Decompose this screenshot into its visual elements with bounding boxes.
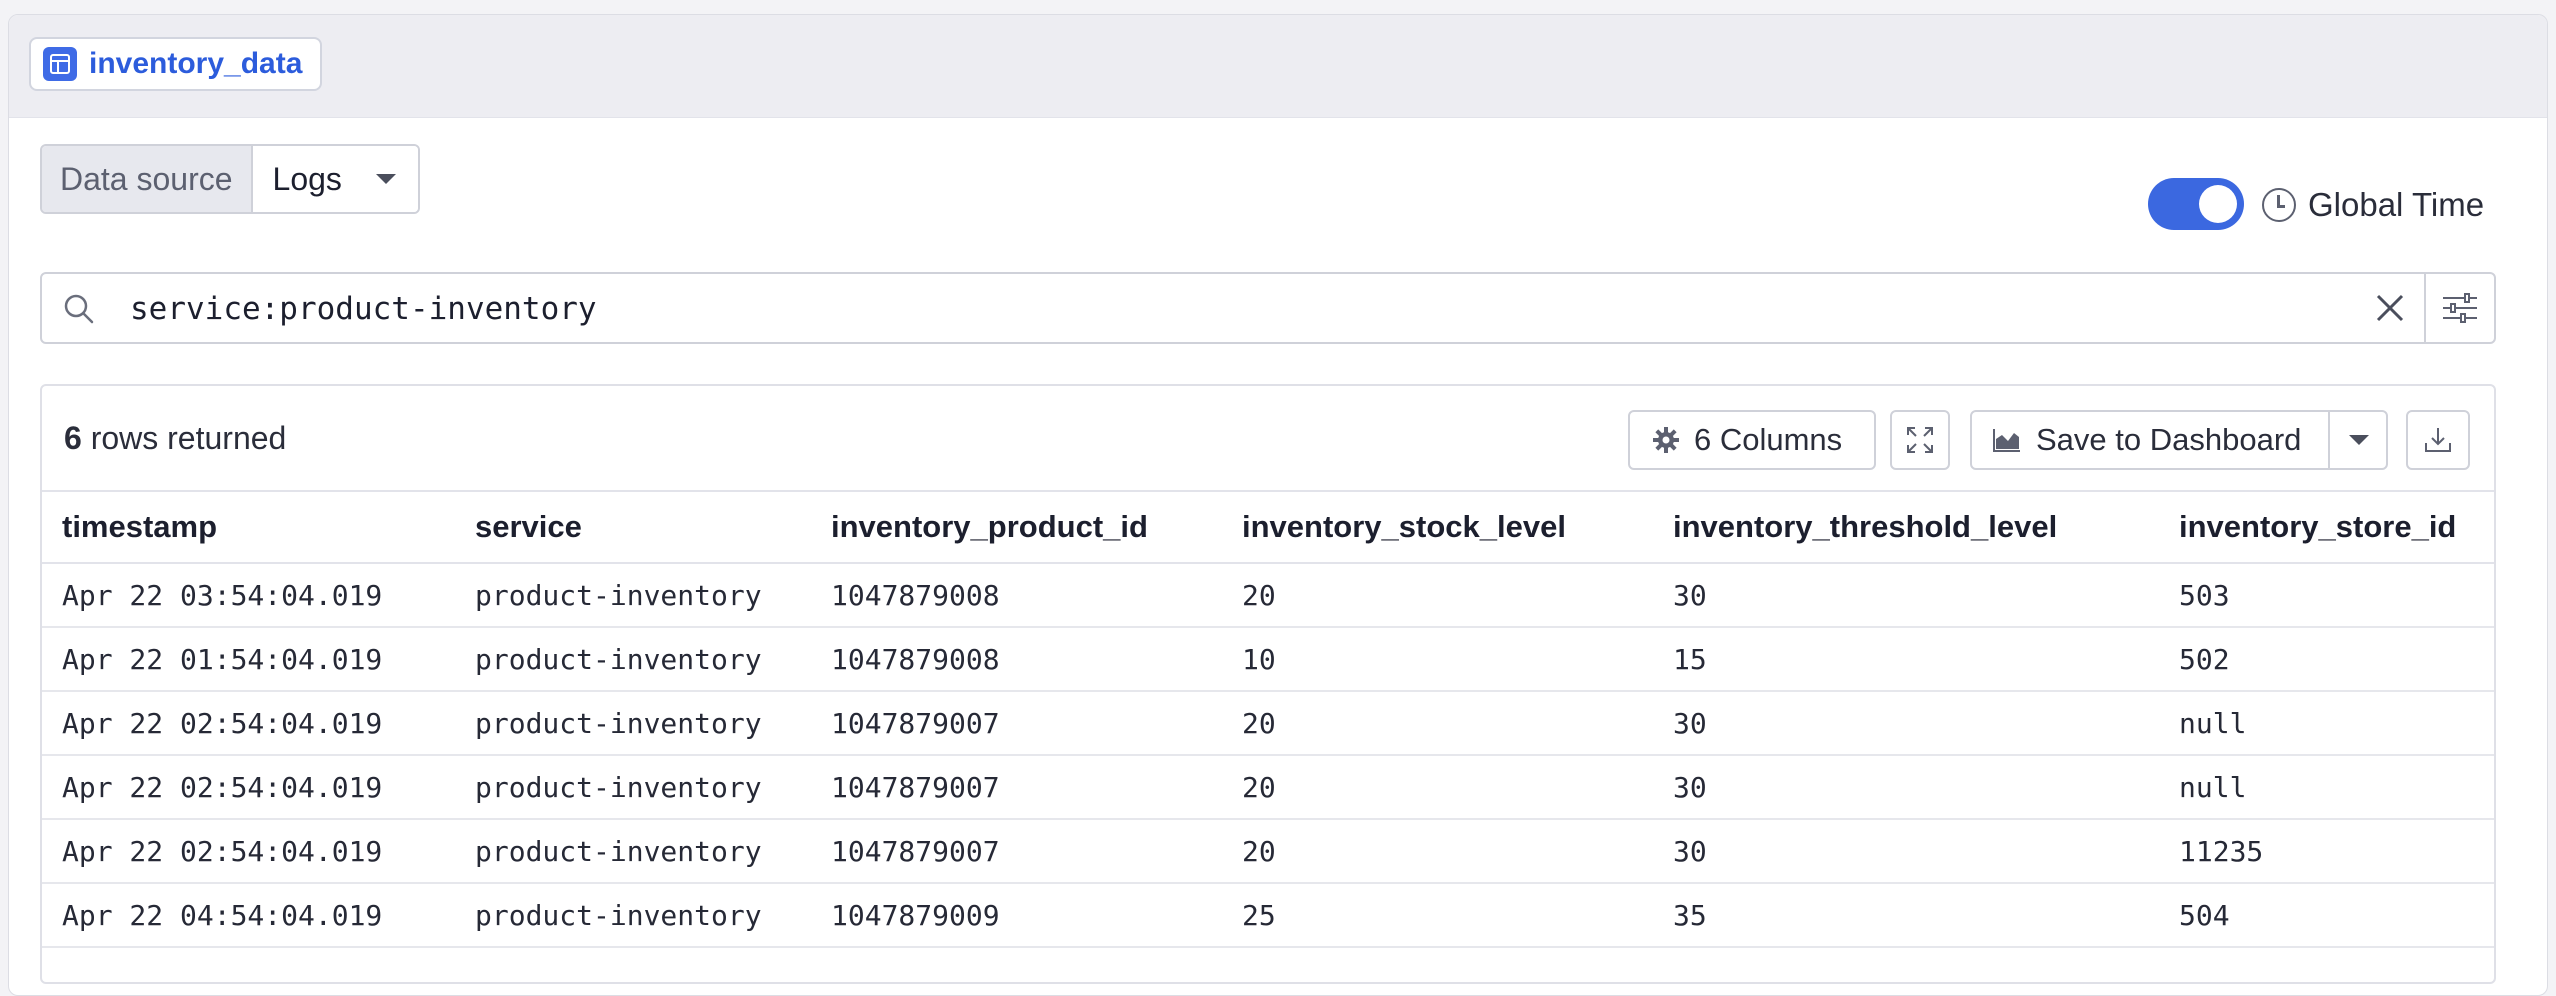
table-cell: 1047879008 [811, 563, 1222, 628]
table-cell: product-inventory [455, 883, 811, 948]
rows-returned: 6 rows returned [64, 420, 286, 457]
search-icon [64, 294, 94, 324]
chevron-down-icon [375, 174, 396, 184]
download-icon [2425, 428, 2451, 452]
table-cell: 504 [2159, 883, 2494, 948]
table-row[interactable]: Apr 22 02:54:04.019 product-inventory 10… [42, 691, 2494, 756]
row-count: 6 [64, 420, 82, 456]
widget-header: inventory_data [9, 15, 2547, 118]
table-cell: 1047879007 [811, 819, 1222, 884]
table-cell: 1047879007 [811, 755, 1222, 820]
save-options-dropdown[interactable] [2328, 412, 2388, 468]
data-source-label: Data source [42, 146, 253, 212]
table-cell: Apr 22 02:54:04.019 [42, 819, 455, 884]
table-cell: 25 [1222, 883, 1653, 948]
column-header[interactable]: inventory_stock_level [1222, 490, 1653, 564]
column-header[interactable]: service [455, 490, 811, 564]
table-cell: 15 [1653, 627, 2159, 692]
columns-button[interactable]: 6 Columns [1628, 410, 1876, 470]
column-header[interactable]: inventory_product_id [811, 490, 1222, 564]
download-button[interactable] [2406, 410, 2470, 470]
table-cell: 30 [1653, 819, 2159, 884]
table-cell: product-inventory [455, 563, 811, 628]
table-cell: 10 [1222, 627, 1653, 692]
table-cell: Apr 22 01:54:04.019 [42, 627, 455, 692]
table-cell: 30 [1653, 563, 2159, 628]
table-cell: 1047879008 [811, 627, 1222, 692]
table-cell: 30 [1653, 691, 2159, 756]
data-source-value: Logs [272, 160, 342, 197]
column-header[interactable]: inventory_threshold_level [1653, 490, 2159, 564]
table-cell: 20 [1222, 563, 1653, 628]
table-icon [43, 47, 77, 81]
area-chart-icon [1993, 429, 2020, 452]
column-header[interactable]: timestamp [42, 490, 455, 564]
table-header-row: timestamp service inventory_product_id i… [42, 490, 2494, 564]
search-bar [40, 272, 2496, 344]
widget-title-chip[interactable]: inventory_data [29, 37, 323, 91]
row-count-suffix: rows returned [81, 420, 287, 456]
table-cell: Apr 22 02:54:04.019 [42, 691, 455, 756]
global-time-label: Global Time [2308, 186, 2485, 223]
table-cell: 11235 [2159, 819, 2494, 884]
table-cell: 20 [1222, 819, 1653, 884]
global-time: Global Time [2262, 181, 2484, 229]
table-cell: null [2159, 691, 2494, 756]
sliders-icon [2443, 293, 2477, 323]
data-source-select[interactable]: Data source Logs [40, 144, 420, 214]
results-table: timestamp service inventory_product_id i… [42, 490, 2494, 948]
table-cell: Apr 22 02:54:04.019 [42, 755, 455, 820]
table-cell: 30 [1653, 755, 2159, 820]
table-cell: product-inventory [455, 755, 811, 820]
expand-icon [1907, 427, 1933, 453]
table-row[interactable]: Apr 22 04:54:04.019 product-inventory 10… [42, 883, 2494, 948]
table-cell: product-inventory [455, 819, 811, 884]
search-options-button[interactable] [2424, 274, 2494, 342]
table-row[interactable]: Apr 22 01:54:04.019 product-inventory 10… [42, 627, 2494, 692]
close-icon[interactable] [2370, 288, 2410, 328]
table-cell: 503 [2159, 563, 2494, 628]
table-cell: 20 [1222, 691, 1653, 756]
table-cell: Apr 22 04:54:04.019 [42, 883, 455, 948]
table-cell: product-inventory [455, 691, 811, 756]
save-button-label: Save to Dashboard [2036, 422, 2302, 457]
column-header[interactable]: inventory_store_id [2159, 490, 2494, 564]
columns-button-label: 6 Columns [1694, 422, 1843, 457]
table-cell: 35 [1653, 883, 2159, 948]
widget-title: inventory_data [89, 47, 303, 80]
table-cell: 1047879009 [811, 883, 1222, 948]
save-to-dashboard-button[interactable]: Save to Dashboard [1970, 410, 2388, 470]
table-row[interactable]: Apr 22 02:54:04.019 product-inventory 10… [42, 819, 2494, 884]
chevron-down-icon [2349, 435, 2369, 445]
table-cell: null [2159, 755, 2494, 820]
table-cell: 502 [2159, 627, 2494, 692]
global-time-toggle[interactable] [2148, 178, 2244, 230]
data-source-dropdown[interactable]: Logs [252, 146, 418, 212]
search-input[interactable] [128, 274, 2332, 344]
gear-icon [1653, 427, 1679, 453]
results-panel: 6 rows returned 6 Columns Save to Dashbo… [40, 384, 2496, 984]
expand-button[interactable] [1890, 410, 1950, 470]
table-row[interactable]: Apr 22 03:54:04.019 product-inventory 10… [42, 563, 2494, 628]
table-row[interactable]: Apr 22 02:54:04.019 product-inventory 10… [42, 755, 2494, 820]
table-cell: 1047879007 [811, 691, 1222, 756]
clock-icon [2262, 188, 2296, 222]
toggle-knob [2199, 185, 2237, 223]
table-cell: 20 [1222, 755, 1653, 820]
table-cell: Apr 22 03:54:04.019 [42, 563, 455, 628]
table-cell: product-inventory [455, 627, 811, 692]
